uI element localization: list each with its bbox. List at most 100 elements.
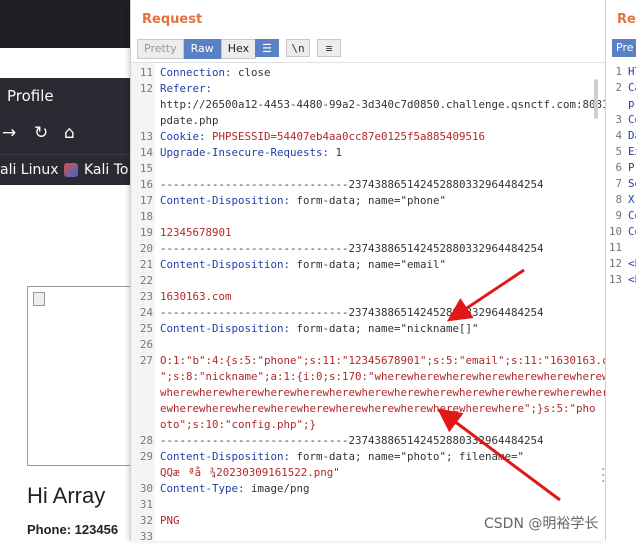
code-token: http://26500a12-4453-4480-99a2-3d340c7d0… bbox=[160, 98, 622, 111]
line-content: http://26500a12-4453-4480-99a2-3d340c7d0… bbox=[160, 97, 622, 113]
wrap-icon[interactable]: ☰ bbox=[255, 39, 279, 57]
line-content: pr bbox=[628, 97, 636, 110]
forward-icon[interactable]: → bbox=[2, 123, 16, 143]
line-number: 13 bbox=[139, 130, 153, 143]
code-token: close bbox=[238, 66, 271, 79]
line-content: X- bbox=[628, 193, 636, 206]
line-number: 25 bbox=[139, 322, 153, 335]
line-number: 32 bbox=[139, 514, 153, 527]
view-tabs: Pretty Raw Hex bbox=[137, 39, 257, 59]
line-number: 8 bbox=[615, 193, 622, 206]
line-number: 6 bbox=[615, 161, 622, 174]
line-number: 11 bbox=[608, 241, 622, 254]
watermark: CSDN @明裕学长 bbox=[484, 516, 599, 532]
code-token: image/png bbox=[251, 482, 310, 495]
line-number: 12 bbox=[139, 82, 153, 95]
reload-icon[interactable]: ↻ bbox=[34, 123, 48, 143]
line-content: 12345678901 bbox=[160, 225, 232, 241]
menu-icon[interactable]: ≡ bbox=[317, 39, 341, 57]
tab-raw[interactable]: Raw bbox=[183, 39, 221, 59]
newline-icon[interactable]: \n bbox=[286, 39, 310, 57]
avatar-image bbox=[27, 286, 130, 466]
code-token: Cookie: bbox=[160, 130, 213, 143]
line-number: 18 bbox=[139, 210, 153, 223]
line-number: 7 bbox=[615, 177, 622, 190]
line-content: wherewherewherewherewherewherewherewhere… bbox=[160, 385, 636, 401]
line-content: <h bbox=[628, 257, 636, 270]
code-token: ";s:8:"nickname";a:1:{i:0;s:170:"wherewh… bbox=[160, 370, 635, 383]
line-content: Co bbox=[628, 209, 636, 222]
code-token: 1630163.com bbox=[160, 290, 232, 303]
background-browser: Profile → ↻ ⌂ ali Linux Kali To Hi Array… bbox=[0, 0, 130, 541]
line-number: 16 bbox=[139, 178, 153, 191]
code-token: O:1:"b":4:{s:5:"phone";s:11:"12345678901… bbox=[160, 354, 622, 367]
line-number: 28 bbox=[139, 434, 153, 447]
line-number: 13 bbox=[608, 273, 622, 286]
code-token: form-data; name="photo"; filename=" bbox=[296, 450, 525, 463]
panel-title: Request bbox=[142, 12, 203, 27]
line-content: Ex bbox=[628, 145, 636, 158]
line-content: Content-Type: image/png bbox=[160, 481, 310, 497]
code-token: Content-Disposition: bbox=[160, 194, 297, 207]
line-content: HT bbox=[628, 65, 636, 78]
line-number: 17 bbox=[139, 194, 153, 207]
profile-label[interactable]: Profile bbox=[0, 78, 130, 114]
code-token: ewherewherewherewherewherewherewherewher… bbox=[160, 402, 596, 415]
phone-text: Phone: 123456 bbox=[27, 522, 119, 537]
line-content: 1630163.com bbox=[160, 289, 232, 305]
line-number: 4 bbox=[615, 129, 622, 142]
code-token: 12345678901 bbox=[160, 226, 232, 239]
home-icon[interactable]: ⌂ bbox=[64, 123, 75, 143]
line-number: 24 bbox=[139, 306, 153, 319]
line-content: Upgrade-Insecure-Requests: 1 bbox=[160, 145, 342, 161]
line-number: 11 bbox=[139, 66, 153, 79]
code-token: pdate.php bbox=[160, 114, 219, 127]
line-content: Referer: bbox=[160, 81, 212, 97]
line-content: Pr bbox=[628, 161, 636, 174]
code-token: Content-Disposition: bbox=[160, 258, 297, 271]
line-number: 30 bbox=[139, 482, 153, 495]
line-number: 15 bbox=[139, 162, 153, 175]
tab-pretty[interactable]: Pretty bbox=[137, 39, 184, 59]
line-number: 5 bbox=[615, 145, 622, 158]
code-token: Content-Disposition: bbox=[160, 322, 297, 335]
line-content: Cookie: PHPSESSID=54407eb4aa0cc87e0125f5… bbox=[160, 129, 485, 145]
line-content: -----------------------------23743886514… bbox=[160, 177, 544, 193]
kali-icon bbox=[64, 163, 78, 177]
code-token: Connection: bbox=[160, 66, 239, 79]
line-content: ewherewherewherewherewherewherewherewher… bbox=[160, 401, 596, 417]
code-token: -----------------------------23743886514… bbox=[160, 434, 544, 447]
line-content: Se bbox=[628, 177, 636, 190]
line-number: 27 bbox=[139, 354, 153, 367]
line-content: Da bbox=[628, 129, 636, 142]
broken-image-icon bbox=[33, 292, 45, 306]
editor-scrollbar[interactable] bbox=[594, 79, 598, 119]
request-panel: Request Pretty Raw Hex ☰ \n ≡ 11 Connecti… bbox=[130, 0, 636, 543]
request-editor[interactable]: 11 Connection: close 12 Referer: http://2650… bbox=[131, 62, 636, 543]
tab-hex[interactable]: Hex bbox=[220, 39, 257, 59]
line-number: 33 bbox=[139, 530, 153, 543]
line-number: 26 bbox=[139, 338, 153, 351]
code-token: PHPSESSID=54407eb4aa0cc87e0125f5a8854095… bbox=[212, 130, 486, 143]
line-number: 20 bbox=[139, 242, 153, 255]
code-token: Referer: bbox=[160, 82, 213, 95]
code-token: form-data; name="nickname[]" bbox=[296, 322, 479, 335]
response-title: Res bbox=[617, 12, 636, 27]
line-number: 23 bbox=[139, 290, 153, 303]
line-content: pdate.php bbox=[160, 113, 219, 129]
line-number: 31 bbox=[139, 498, 153, 511]
code-token: Content-Disposition: bbox=[160, 450, 297, 463]
code-token: Content-Type: bbox=[160, 482, 252, 495]
response-tab-pretty[interactable]: Pre bbox=[612, 39, 636, 57]
line-content: Connection: close bbox=[160, 65, 271, 81]
line-content: -----------------------------23743886514… bbox=[160, 305, 544, 321]
line-content: -----------------------------23743886514… bbox=[160, 241, 544, 257]
line-content: ";s:8:"nickname";a:1:{i:0;s:170:"wherewh… bbox=[160, 369, 635, 385]
line-number: 10 bbox=[608, 225, 622, 238]
line-number: 19 bbox=[139, 226, 153, 239]
browser-titlebar bbox=[0, 0, 130, 48]
code-token: form-data; name="phone" bbox=[296, 194, 447, 207]
bookmark-kali-tools[interactable]: Kali To bbox=[84, 155, 128, 185]
bookmark-kali-linux[interactable]: ali Linux bbox=[0, 155, 59, 185]
line-content: Co bbox=[628, 113, 636, 126]
